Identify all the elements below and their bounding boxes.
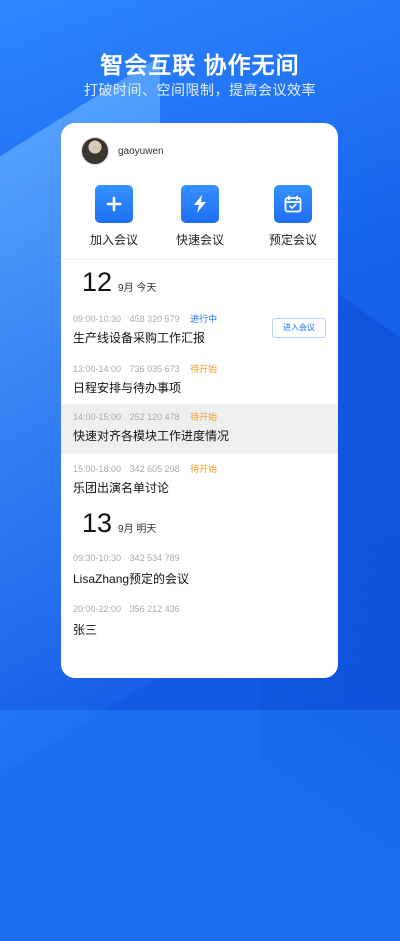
meeting-status: 待开始 [190, 364, 218, 374]
meeting-item[interactable]: 09:00-10:30 458 320 579 进行中 生产线设备采购工作汇报 … [61, 306, 338, 354]
meeting-time: 20:00-22:00 [73, 604, 122, 614]
avatar[interactable] [81, 137, 109, 165]
meeting-meta: 09:30-10:30 342 534 789 [73, 553, 180, 563]
meeting-meta: 15:00-18:00 342 605 298 待开始 [73, 462, 217, 475]
calendar-icon [274, 185, 312, 223]
meeting-time: 09:00-10:30 [73, 314, 122, 324]
meeting-card: gaoyuwen 加入会议 快速会议 预定会议 12 9月 今天 09:00-1… [61, 123, 338, 678]
meeting-item-selected[interactable]: 14:00-15:00 252 120 478 待开始 快速对齐各模块工作进度情… [61, 404, 338, 454]
enter-meeting-button[interactable]: 进入会议 [272, 318, 326, 338]
day-number: 13 [82, 508, 113, 538]
meeting-item[interactable]: 15:00-18:00 342 605 298 待开始 乐团出演名单讨论 [61, 456, 338, 504]
meeting-item[interactable]: 09:30-10:30 342 534 789 LisaZhang预定的会议 [61, 547, 338, 595]
meeting-time: 14:00-15:00 [73, 412, 122, 422]
bottom-fade [61, 638, 338, 678]
headline: 智会互联 协作无间 [100, 52, 300, 78]
subline: 打破时间、空间限制，提高会议效率 [84, 82, 316, 98]
meeting-title: 张三 [73, 623, 98, 637]
username: gaoyuwen [118, 145, 164, 157]
quick-meeting-label: 快速会议 [175, 233, 224, 247]
meeting-time: 15:00-18:00 [73, 464, 122, 474]
meeting-id: 458 320 579 [129, 314, 180, 324]
meeting-id: 342 534 789 [129, 553, 180, 563]
meeting-title: 快速对齐各模块工作进度情况 [73, 429, 230, 443]
meeting-meta: 09:00-10:30 458 320 579 进行中 [73, 312, 217, 325]
day-label: 9月 今天 [118, 283, 157, 294]
meeting-status: 待开始 [190, 464, 218, 474]
plus-icon [95, 185, 133, 223]
meeting-meta: 20:00-22:00 356 212 436 [73, 604, 180, 614]
day-label: 9月 明天 [118, 524, 157, 535]
meeting-time: 09:30-10:30 [73, 553, 122, 563]
day-header: 12 9月 今天 [82, 267, 156, 298]
quick-meeting-button[interactable]: 快速会议 [160, 185, 240, 248]
meeting-item[interactable]: 13:00-14:00 736 035 673 待开始 日程安排与待办事项 [61, 356, 338, 404]
meeting-id: 736 035 673 [129, 364, 180, 374]
action-bar: 加入会议 快速会议 预定会议 [61, 185, 338, 248]
meeting-id: 252 120 478 [129, 412, 180, 422]
meeting-title: LisaZhang预定的会议 [73, 572, 190, 586]
meeting-title: 生产线设备采购工作汇报 [73, 331, 206, 345]
meeting-id: 356 212 436 [129, 604, 180, 614]
user-profile[interactable]: gaoyuwen [81, 137, 164, 165]
join-meeting-button[interactable]: 加入会议 [74, 185, 154, 248]
meeting-title: 乐团出演名单讨论 [73, 481, 170, 495]
meeting-title: 日程安排与待办事项 [73, 381, 182, 395]
join-meeting-label: 加入会议 [89, 233, 138, 247]
divider [61, 259, 338, 260]
schedule-meeting-button[interactable]: 预定会议 [253, 185, 333, 248]
meeting-meta: 13:00-14:00 736 035 673 待开始 [73, 362, 217, 375]
meeting-id: 342 605 298 [129, 464, 180, 474]
day-header: 13 9月 明天 [82, 508, 156, 539]
lightning-icon [181, 185, 219, 223]
day-number: 12 [82, 267, 113, 297]
meeting-time: 13:00-14:00 [73, 364, 122, 374]
meeting-status: 待开始 [190, 412, 218, 422]
meeting-status: 进行中 [190, 314, 218, 324]
schedule-meeting-label: 预定会议 [268, 233, 317, 247]
meeting-meta: 14:00-15:00 252 120 478 待开始 [73, 410, 217, 423]
